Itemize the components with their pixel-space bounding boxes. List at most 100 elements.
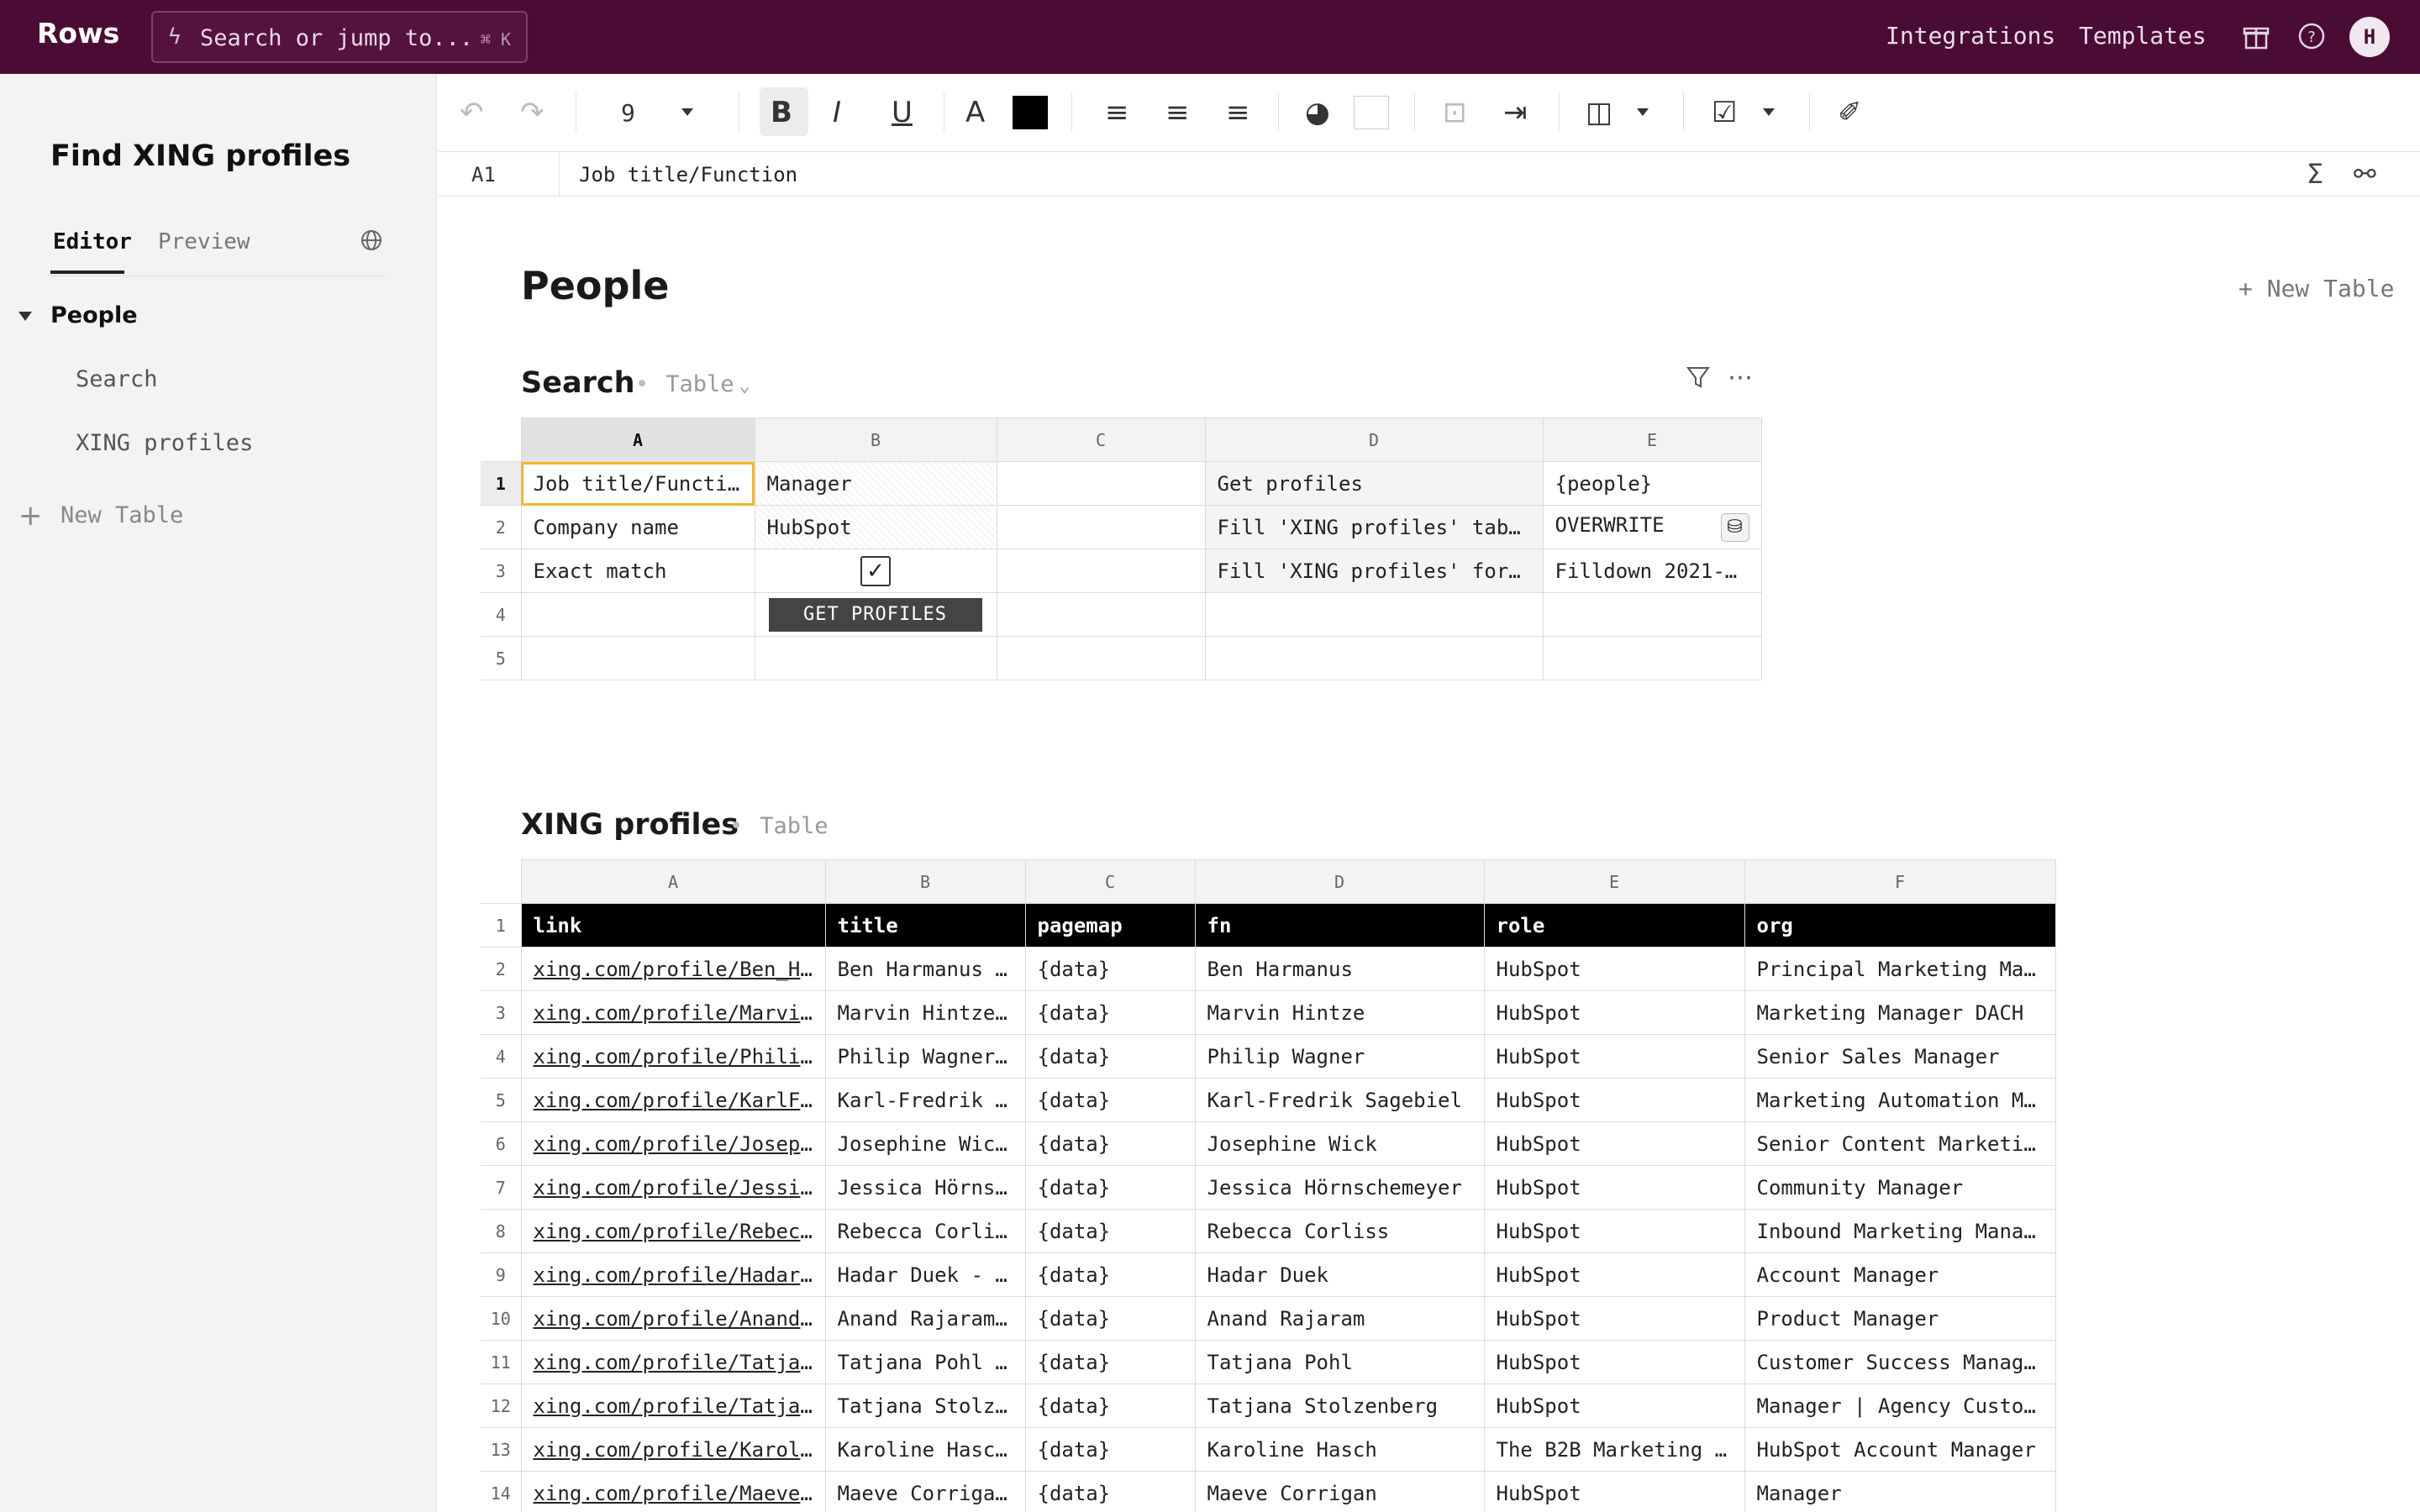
cell[interactable]: Company name [520,505,755,549]
font-size-select[interactable]: 9 [621,99,635,127]
wrap-icon[interactable]: ⇥ [1503,96,1528,129]
cell[interactable]: Anand Rajaram ... [824,1296,1026,1341]
new-table-button[interactable]: + New Table [2238,275,2394,302]
column-header[interactable]: E [1542,417,1762,462]
avatar[interactable]: H [2349,17,2390,57]
checkbox-format-icon[interactable]: ☑ [1712,96,1737,129]
column-header[interactable]: D [1204,417,1544,462]
cell[interactable]: Manager [1744,1471,2056,1512]
row-number[interactable]: 10 [481,1296,522,1341]
cell[interactable]: {data} [1024,1471,1196,1512]
filter-icon[interactable] [1686,365,1711,396]
field-header[interactable]: role [1483,903,1745,948]
cell[interactable] [1542,592,1762,637]
cell[interactable]: Principal Marketing Manager... [1744,947,2056,991]
row-number[interactable]: 12 [481,1383,522,1428]
get-profiles-button[interactable]: GET PROFILES [768,597,982,632]
column-header[interactable]: E [1483,859,1745,904]
field-header[interactable]: fn [1194,903,1485,948]
text-color-icon[interactable]: A [965,96,985,129]
app-logo[interactable]: Rows [37,17,119,50]
cell[interactable] [520,636,755,680]
format-dropdown-icon[interactable] [1763,108,1775,116]
cell[interactable]: OVERWRITE ⛁ [1542,505,1762,549]
row-number[interactable]: 13 [481,1427,522,1472]
layout-icon[interactable]: ◫ [1586,96,1612,129]
row-number[interactable]: 6 [481,1121,522,1166]
cell[interactable]: Ben Harmanus -... [824,947,1026,991]
cell[interactable]: Senior Sales Manager [1744,1034,2056,1079]
redo-icon[interactable]: ↷ [520,96,544,129]
help-icon[interactable]: ? [2297,22,2326,57]
field-header[interactable]: org [1744,903,2056,948]
clear-format-icon[interactable]: ✐ [1838,96,1862,129]
cell[interactable]: HubSpot [1483,947,1745,991]
cell[interactable]: Philip Wagner - ... [824,1034,1026,1079]
database-icon[interactable]: ⛁ [1720,512,1749,542]
cell[interactable]: The B2B Marketing Lab [1483,1427,1745,1472]
row-number[interactable]: 2 [481,505,522,549]
cell[interactable]: HubSpot [1483,1078,1745,1122]
cell[interactable]: Manager [754,461,997,506]
page-title[interactable]: People [521,263,669,308]
cell[interactable]: Rebecca Corliss ... [824,1209,1026,1253]
profile-link[interactable]: xing.com/profile/KarlFredri... [520,1078,826,1122]
sidebar-new-table[interactable]: New Table [60,502,183,528]
column-header[interactable]: B [754,417,997,462]
cell[interactable]: Senior Content Marketing M... [1744,1121,2056,1166]
cell[interactable]: Fill 'XING profiles' formulas [1204,549,1544,593]
cell[interactable]: HubSpot [1483,1165,1745,1210]
search-input[interactable]: ϟ Search or jump to... ⌘ K [151,11,528,63]
cell[interactable]: Hadar Duek - Ac... [824,1252,1026,1297]
cell[interactable] [996,461,1206,506]
cell[interactable]: Karl-Fredrik Sagebiel [1194,1078,1485,1122]
exact-match-checkbox[interactable]: ✓ [860,555,891,586]
cell[interactable]: Karoline Hasch [1194,1427,1485,1472]
row-number[interactable]: 9 [481,1252,522,1297]
cell[interactable]: Manager | Agency Custome... [1744,1383,2056,1428]
cell[interactable]: HubSpot [1483,1252,1745,1297]
sidebar-group-people[interactable]: People [50,302,138,328]
column-header[interactable]: C [1024,859,1196,904]
tab-editor[interactable]: Editor [53,229,132,255]
column-header[interactable]: A [520,417,755,462]
row-number[interactable]: 5 [481,1078,522,1122]
cell[interactable]: HubSpot [1483,1296,1745,1341]
profile-link[interactable]: xing.com/profile/Karoline_... [520,1427,826,1472]
cell[interactable]: Marketing Manager DACH [1744,990,2056,1035]
row-number[interactable]: 4 [481,592,522,637]
fill-color-swatch[interactable] [1354,96,1389,129]
nav-integrations[interactable]: Integrations [1886,22,2055,50]
cell[interactable]: {data} [1024,1340,1196,1384]
row-number[interactable]: 11 [481,1340,522,1384]
chevron-down-icon[interactable] [18,312,32,321]
cell[interactable]: Josephine Wick [1194,1121,1485,1166]
cell[interactable]: Exact match [520,549,755,593]
cell[interactable]: Anand Rajaram [1194,1296,1485,1341]
formula-input[interactable]: Job title/Function [579,163,797,186]
cell[interactable]: Filldown 2021-02... [1542,549,1762,593]
align-center-icon[interactable]: ≡ [1165,96,1190,129]
cell[interactable]: HubSpot [1483,1034,1745,1079]
gift-icon[interactable] [2242,22,2270,57]
cell[interactable]: {people} [1542,461,1762,506]
cell[interactable]: Account Manager [1744,1252,2056,1297]
table-type-menu[interactable]: • Table ⌄ [635,371,750,397]
cell[interactable] [996,549,1206,593]
profile-link[interactable]: xing.com/profile/Jessica_... [520,1165,826,1210]
cell[interactable]: {data} [1024,1209,1196,1253]
cell[interactable]: HubSpot [1483,1340,1745,1384]
cell[interactable]: HubSpot [1483,990,1745,1035]
text-color-swatch[interactable] [1013,96,1048,129]
align-left-icon[interactable]: ≡ [1105,96,1129,129]
column-header[interactable]: A [520,859,826,904]
row-number[interactable]: 2 [481,947,522,991]
undo-icon[interactable]: ↶ [460,96,484,129]
cell[interactable] [754,636,997,680]
link-icon[interactable]: ⚯ [2354,158,2376,190]
cell[interactable]: Job title/Function [520,461,755,506]
cell[interactable]: ✓ [754,549,997,593]
nav-templates[interactable]: Templates [2079,22,2207,50]
cell[interactable]: {data} [1024,1383,1196,1428]
document-title[interactable]: Find XING profiles [50,139,350,173]
